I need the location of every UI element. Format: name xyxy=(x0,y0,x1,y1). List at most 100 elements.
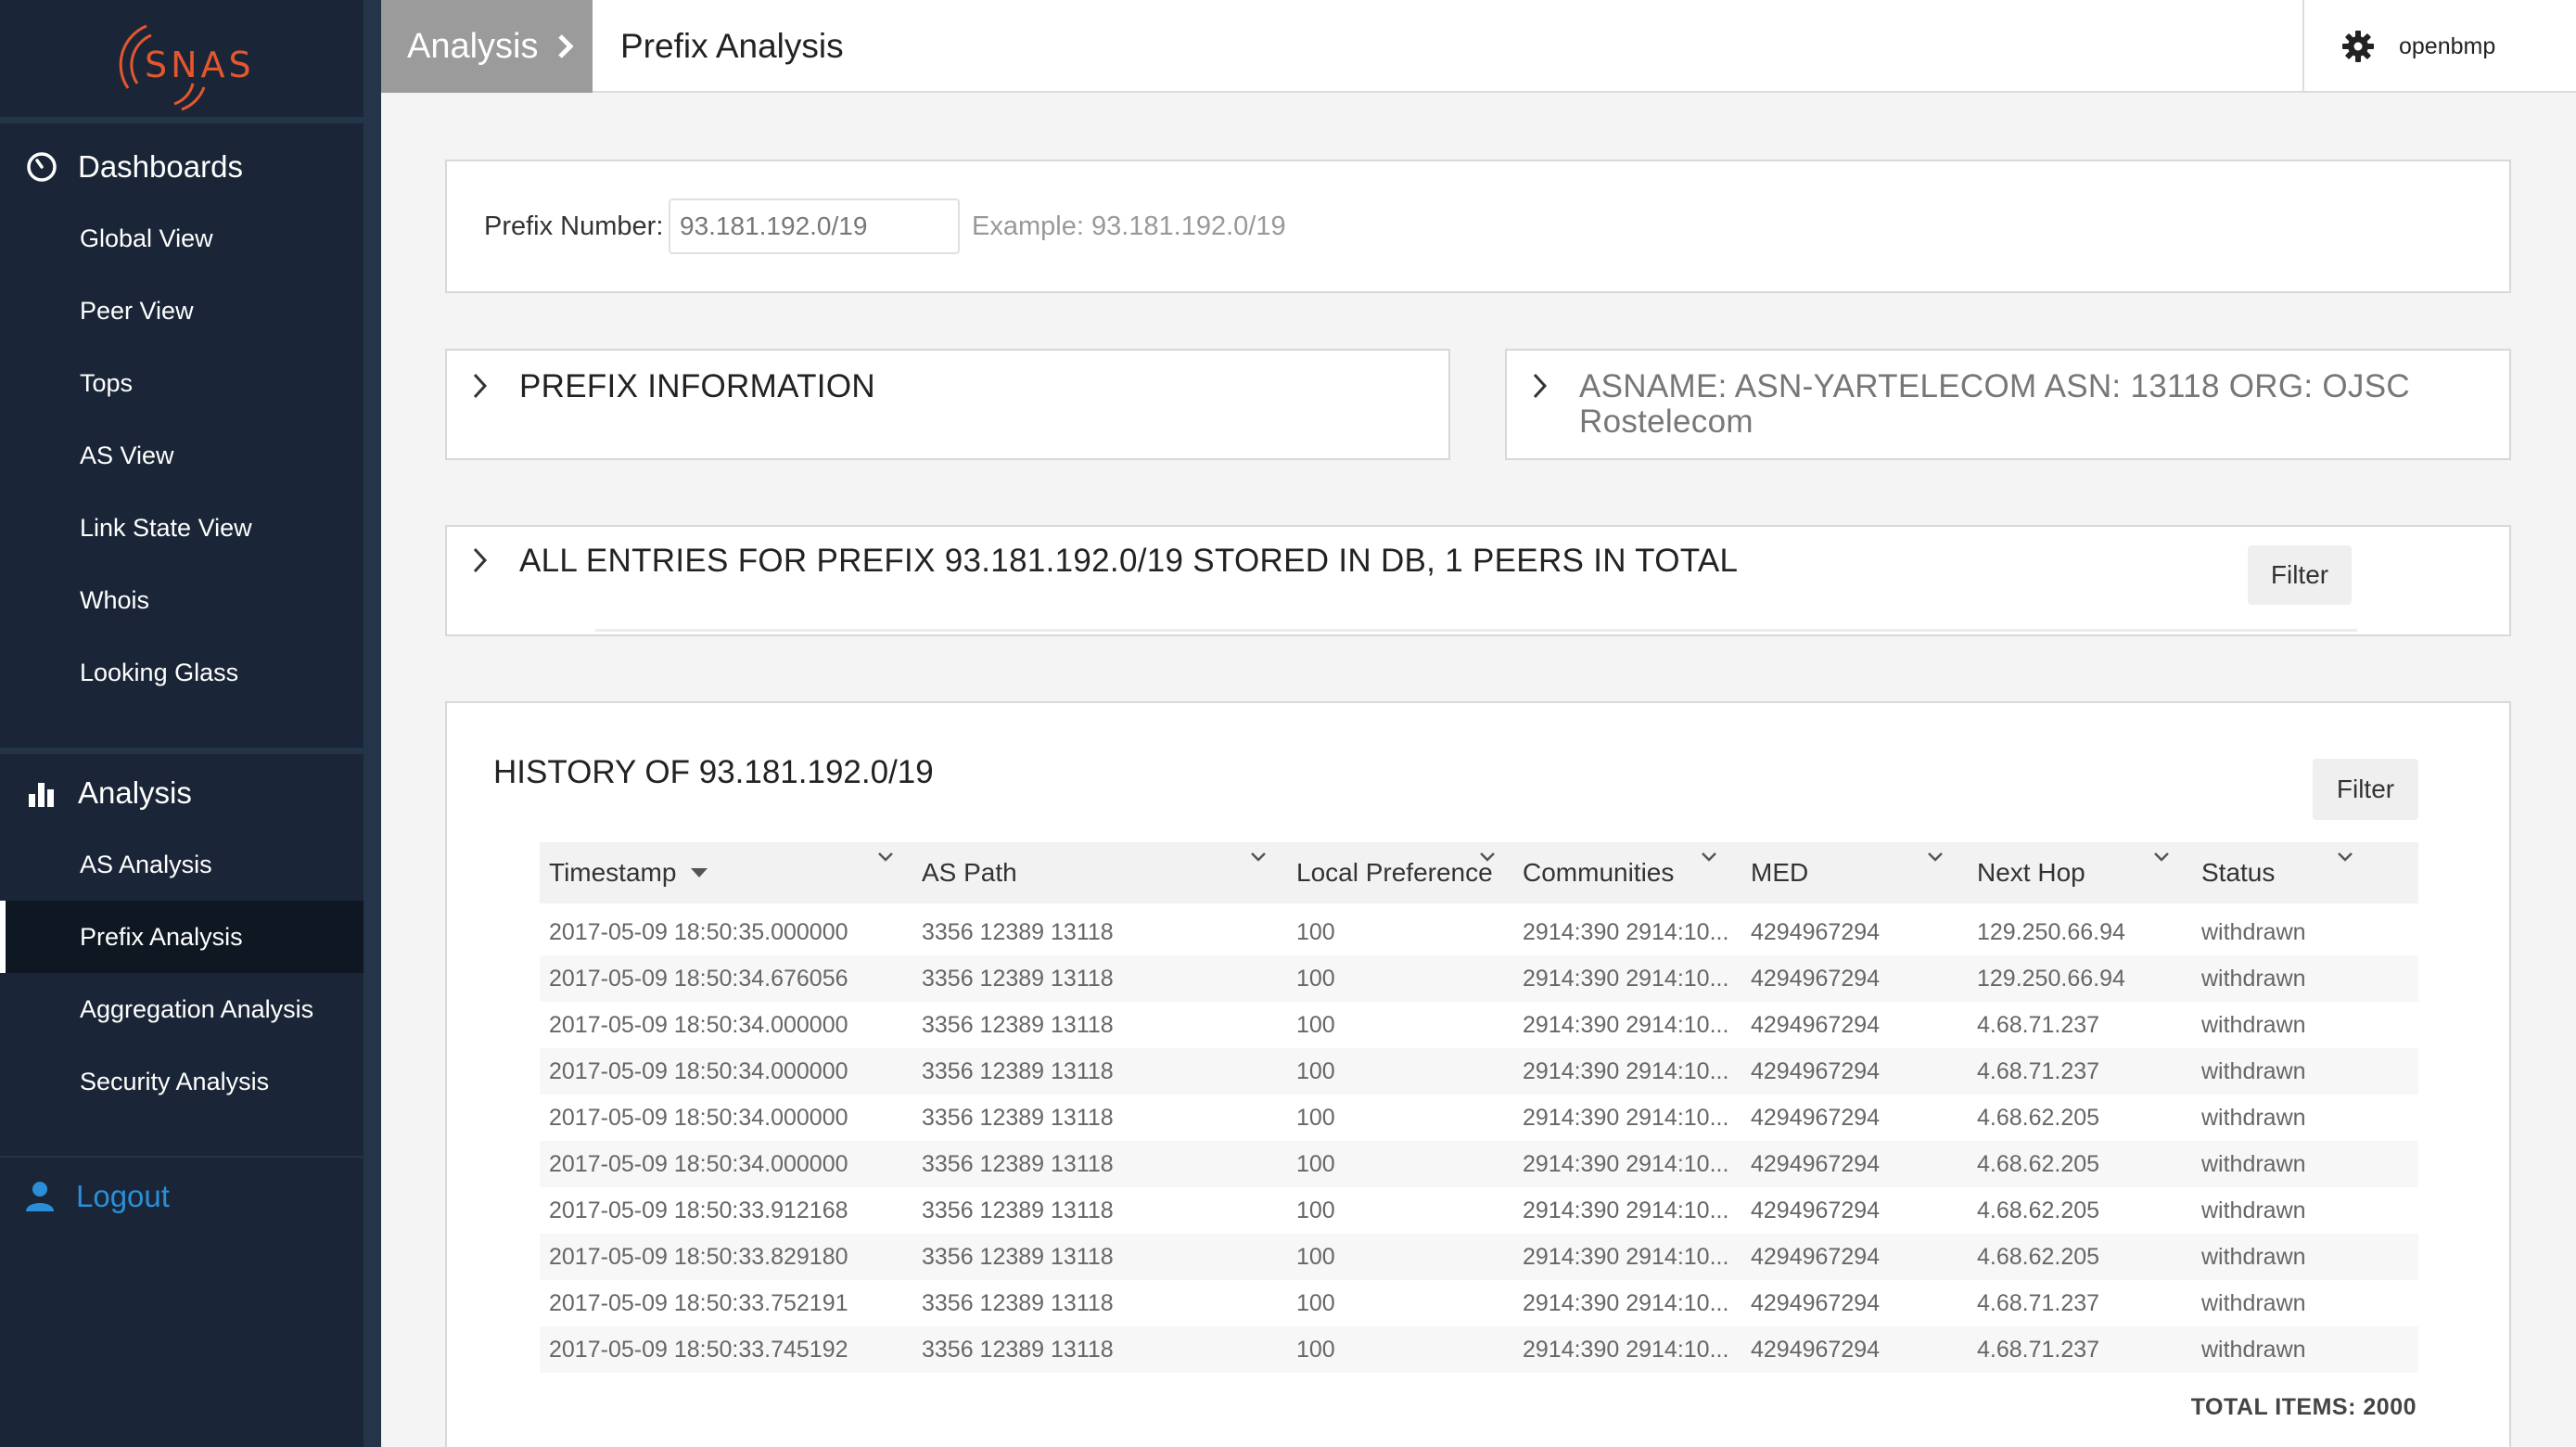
user-menu[interactable]: openbmp xyxy=(2302,0,2576,93)
cell-local-preference: 100 xyxy=(1296,1057,1335,1084)
column-header-timestamp[interactable]: Timestamp xyxy=(549,842,708,903)
sidebar-scrollbar[interactable] xyxy=(363,0,381,1447)
cell-local-preference: 100 xyxy=(1296,1289,1335,1316)
section-analysis[interactable]: Analysis xyxy=(0,756,363,830)
table-row[interactable]: 2017-05-09 18:50:35.000000 3356 12389 13… xyxy=(540,909,2418,955)
all-entries-filter-button[interactable]: Filter xyxy=(2248,545,2352,605)
table-row[interactable]: 2017-05-09 18:50:34.000000 3356 12389 13… xyxy=(540,1141,2418,1187)
column-header-as-path[interactable]: AS Path xyxy=(922,842,1017,903)
chevron-down-icon[interactable] xyxy=(2153,852,2170,863)
cell-med: 4294967294 xyxy=(1751,1011,1881,1038)
column-header-status[interactable]: Status xyxy=(2201,842,2275,903)
column-header-communities[interactable]: Communities xyxy=(1523,842,1674,903)
chevron-down-icon[interactable] xyxy=(1250,852,1267,863)
prefix-information-panel[interactable]: PREFIX INFORMATION xyxy=(445,349,1450,460)
table-row[interactable]: 2017-05-09 18:50:33.829180 3356 12389 13… xyxy=(540,1234,2418,1280)
asname-panel[interactable]: ASNAME: ASN-YARTELECOM ASN: 13118 ORG: O… xyxy=(1505,349,2511,460)
sidebar-item-prefix-analysis[interactable]: Prefix Analysis xyxy=(0,901,363,973)
logout-link[interactable]: Logout xyxy=(0,1159,363,1234)
cell-next-hop: 129.250.66.94 xyxy=(1977,918,2125,945)
dashboard-icon xyxy=(27,152,57,182)
asname-title-line2: Rostelecom xyxy=(1579,403,1753,440)
sidebar-item-looking-glass[interactable]: Looking Glass xyxy=(0,636,363,709)
cell-local-preference: 100 xyxy=(1296,1011,1335,1038)
chevron-down-icon[interactable] xyxy=(1479,852,1496,863)
cell-as-path: 3356 12389 13118 xyxy=(922,1336,1114,1363)
cell-communities: 2914:390 2914:10... xyxy=(1523,1057,1729,1084)
chevron-right-icon[interactable] xyxy=(471,545,490,575)
column-header-next-hop[interactable]: Next Hop xyxy=(1977,842,2085,903)
cell-communities: 2914:390 2914:10... xyxy=(1523,1289,1729,1316)
chevron-down-icon[interactable] xyxy=(1701,852,1717,863)
column-header-med[interactable]: MED xyxy=(1751,842,1808,903)
sort-descending-icon[interactable] xyxy=(691,868,708,877)
cell-med: 4294967294 xyxy=(1751,1243,1881,1270)
cell-med: 4294967294 xyxy=(1751,965,1881,992)
cell-med: 4294967294 xyxy=(1751,918,1881,945)
sidebar-item-peer-view[interactable]: Peer View xyxy=(0,275,363,347)
cell-status: withdrawn xyxy=(2201,1289,2306,1316)
sidebar-item-security-analysis[interactable]: Security Analysis xyxy=(0,1045,363,1118)
snas-logo[interactable]: SNAS xyxy=(100,19,267,111)
prefix-example-hint: Example: 93.181.192.0/19 xyxy=(972,211,1286,241)
table-row[interactable]: 2017-05-09 18:50:34.000000 3356 12389 13… xyxy=(540,1002,2418,1048)
all-entries-panel[interactable]: ALL ENTRIES FOR PREFIX 93.181.192.0/19 S… xyxy=(445,525,2511,636)
table-row[interactable]: 2017-05-09 18:50:33.745192 3356 12389 13… xyxy=(540,1326,2418,1373)
column-header-local-preference[interactable]: Local Preference xyxy=(1296,842,1493,903)
cell-communities: 2914:390 2914:10... xyxy=(1523,1336,1729,1363)
cell-as-path: 3356 12389 13118 xyxy=(922,918,1114,945)
topbar: Analysis Prefix Analysis openbmp xyxy=(381,0,2576,93)
cell-status: withdrawn xyxy=(2201,1057,2306,1084)
cell-as-path: 3356 12389 13118 xyxy=(922,1104,1114,1131)
sidebar-item-label: Security Analysis xyxy=(80,1067,270,1095)
cell-med: 4294967294 xyxy=(1751,1150,1881,1177)
table-row[interactable]: 2017-05-09 18:50:34.000000 3356 12389 13… xyxy=(540,1095,2418,1141)
chevron-right-icon xyxy=(557,34,574,58)
cell-timestamp: 2017-05-09 18:50:33.912168 xyxy=(549,1197,848,1223)
cell-local-preference: 100 xyxy=(1296,1336,1335,1363)
cell-local-preference: 100 xyxy=(1296,1197,1335,1223)
cell-med: 4294967294 xyxy=(1751,1057,1881,1084)
prefix-number-label: Prefix Number: xyxy=(484,211,664,241)
breadcrumb-parent[interactable]: Analysis xyxy=(381,0,593,93)
cell-next-hop: 4.68.62.205 xyxy=(1977,1243,2100,1270)
sidebar-item-label: Whois xyxy=(80,585,150,614)
chevron-right-icon[interactable] xyxy=(1531,371,1549,401)
sidebar-item-link-state-view[interactable]: Link State View xyxy=(0,492,363,564)
column-header-label: Timestamp xyxy=(549,858,677,887)
prefix-information-title: PREFIX INFORMATION xyxy=(519,368,875,404)
column-header-label: Communities xyxy=(1523,858,1675,887)
table-row[interactable]: 2017-05-09 18:50:33.912168 3356 12389 13… xyxy=(540,1187,2418,1234)
sidebar-item-tops[interactable]: Tops xyxy=(0,347,363,419)
sidebar-item-global-view[interactable]: Global View xyxy=(0,202,363,275)
cell-next-hop: 4.68.71.237 xyxy=(1977,1289,2100,1316)
chevron-down-icon[interactable] xyxy=(877,852,894,863)
table-row[interactable]: 2017-05-09 18:50:33.752191 3356 12389 13… xyxy=(540,1280,2418,1326)
chevron-down-icon[interactable] xyxy=(2337,852,2353,863)
bar-chart-icon xyxy=(29,783,54,807)
cell-status: withdrawn xyxy=(2201,1104,2306,1131)
chevron-right-icon[interactable] xyxy=(471,371,490,401)
sidebar-item-as-analysis[interactable]: AS Analysis xyxy=(0,828,363,901)
section-dashboards[interactable]: Dashboards xyxy=(0,130,363,204)
table-row[interactable]: 2017-05-09 18:50:34.000000 3356 12389 13… xyxy=(540,1048,2418,1095)
sidebar-item-whois[interactable]: Whois xyxy=(0,564,363,636)
sidebar-item-label: Aggregation Analysis xyxy=(80,994,314,1023)
cell-timestamp: 2017-05-09 18:50:34.000000 xyxy=(549,1104,848,1131)
prefix-number-input[interactable]: 93.181.192.0/19 xyxy=(669,198,960,254)
cell-status: withdrawn xyxy=(2201,1197,2306,1223)
gear-icon[interactable] xyxy=(2341,30,2375,63)
chevron-down-icon[interactable] xyxy=(1927,852,1944,863)
cell-timestamp: 2017-05-09 18:50:33.829180 xyxy=(549,1243,848,1270)
breadcrumb-parent-label: Analysis xyxy=(407,26,539,66)
history-table-body[interactable]: 2017-05-09 18:50:35.000000 3356 12389 13… xyxy=(540,909,2418,1382)
sidebar-item-as-view[interactable]: AS View xyxy=(0,419,363,492)
table-row[interactable]: 2017-05-09 18:50:34.676056 3356 12389 13… xyxy=(540,955,2418,1002)
history-filter-button[interactable]: Filter xyxy=(2313,759,2418,820)
prefix-search-panel: Prefix Number: 93.181.192.0/19 Example: … xyxy=(445,160,2511,293)
cell-as-path: 3356 12389 13118 xyxy=(922,1011,1114,1038)
sidebar-item-aggregation-analysis[interactable]: Aggregation Analysis xyxy=(0,973,363,1045)
username: openbmp xyxy=(2399,32,2496,59)
asname-title-line1: ASNAME: ASN-YARTELECOM ASN: 13118 ORG: O… xyxy=(1579,368,2410,404)
column-header-label: MED xyxy=(1751,858,1809,887)
